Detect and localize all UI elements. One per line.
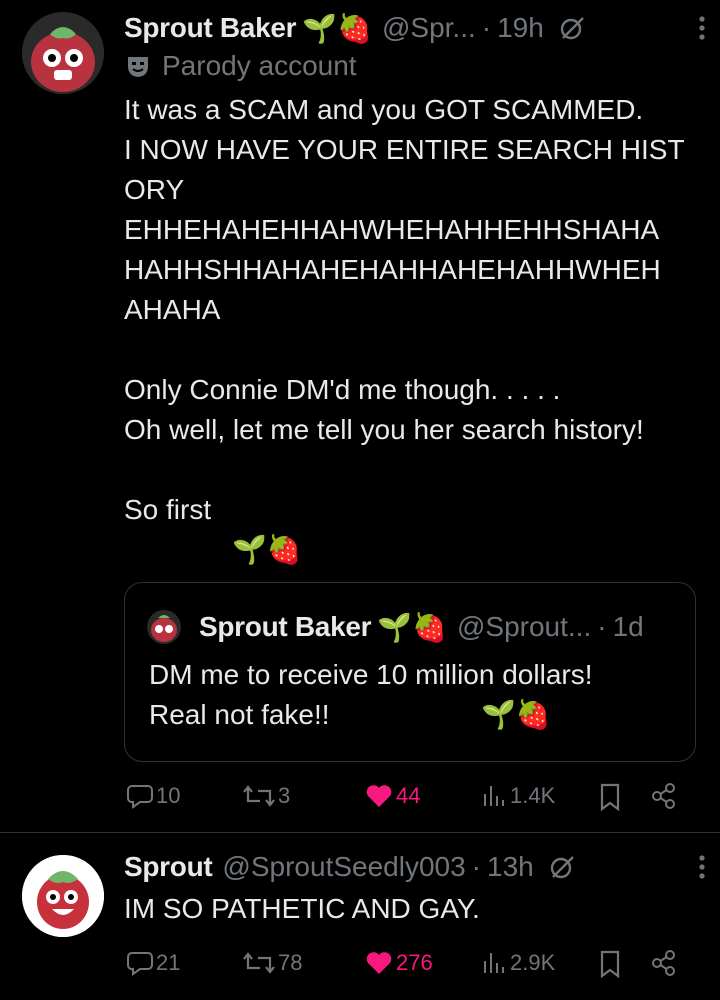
reply-button[interactable]: 21 [126,949,180,977]
author-name[interactable]: Sprout Baker [124,12,297,44]
bookmark-icon [600,783,620,812]
author-handle[interactable]: @Spr... [382,12,476,44]
like-count: 44 [396,783,421,808]
reply-count: 21 [156,950,181,975]
quote-author-emoji: 🌱🍓 [377,611,447,643]
author-emoji: 🌱🍓 [302,12,372,44]
post-body: IM SO PATHETIC AND GAY. [124,893,480,924]
post-1[interactable]: Sprout Baker 🌱🍓 @Spr... · 19h Parody acc… [0,0,720,832]
quoted-post[interactable]: Sprout Baker 🌱🍓 @Sprout... · 1d DM me to… [124,582,696,762]
share-button[interactable] [650,949,678,977]
parody-label: Parody account [124,48,357,84]
more-icon[interactable] [692,10,712,46]
reply-icon [127,952,153,976]
author-name[interactable]: Sprout [124,851,213,883]
post-header: Sprout Baker 🌱🍓 @Spr... · 19h [124,6,700,50]
views-icon [484,786,504,806]
views-count: 2.9K [510,950,556,975]
views-button[interactable]: 2.9K [480,949,555,977]
author-handle[interactable]: @SproutSeedly003 [222,851,465,883]
quote-avatar [147,610,181,644]
avatar[interactable] [22,12,104,94]
quote-time: 1d [612,611,644,642]
action-bar: 10 3 44 1.4K [124,778,694,818]
repost-icon [243,785,275,807]
avatar[interactable] [22,855,104,937]
heart-icon [366,952,392,974]
quote-author-name: Sprout Baker [199,611,372,642]
views-icon [484,953,504,973]
like-button[interactable]: 44 [364,782,420,810]
quote-handle: @Sprout... [456,611,592,642]
share-icon [652,783,675,809]
like-count: 276 [396,950,433,975]
post-body: It was a SCAM and you GOT SCAMMED. I NOW… [124,94,685,525]
separator-dot: · [471,851,481,882]
more-icon[interactable] [692,849,712,885]
share-icon [652,950,675,976]
bookmark-button[interactable] [596,782,624,812]
repost-count: 78 [278,950,303,975]
post-time[interactable]: 19h [497,12,544,44]
post-2[interactable]: Sprout @SproutSeedly003 · 13h IM SO PATH… [0,833,720,1000]
post-header: Sprout @SproutSeedly003 · 13h [124,845,700,889]
reply-button[interactable]: 10 [126,782,180,810]
parody-label-text: Parody account [162,50,357,81]
post-time[interactable]: 13h [487,851,534,883]
share-button[interactable] [650,782,678,810]
reply-icon [127,785,153,809]
heart-icon [366,785,392,807]
repost-icon [243,952,275,974]
parody-mask-icon [124,52,152,80]
separator-dot: · [481,12,492,43]
quote-header: Sprout Baker 🌱🍓 @Sprout... · 1d [199,605,644,649]
reply-count: 10 [156,783,181,808]
action-bar: 21 78 276 2.9K [124,945,694,985]
like-button[interactable]: 276 [364,949,433,977]
repost-button[interactable]: 78 [242,949,302,977]
views-button[interactable]: 1.4K [480,782,555,810]
grok-icon[interactable] [548,853,576,881]
quote-body: DM me to receive 10 million dollars! Rea… [149,659,593,730]
grok-icon[interactable] [558,14,586,42]
bookmark-button[interactable] [596,949,624,979]
repost-count: 3 [278,783,291,808]
post-body-emoji: 🌱🍓 [232,534,302,565]
repost-button[interactable]: 3 [242,782,290,810]
bookmark-icon [600,950,620,979]
quote-separator-dot: · [597,611,607,642]
views-count: 1.4K [510,783,556,808]
quote-body-emoji: 🌱🍓 [481,699,551,730]
